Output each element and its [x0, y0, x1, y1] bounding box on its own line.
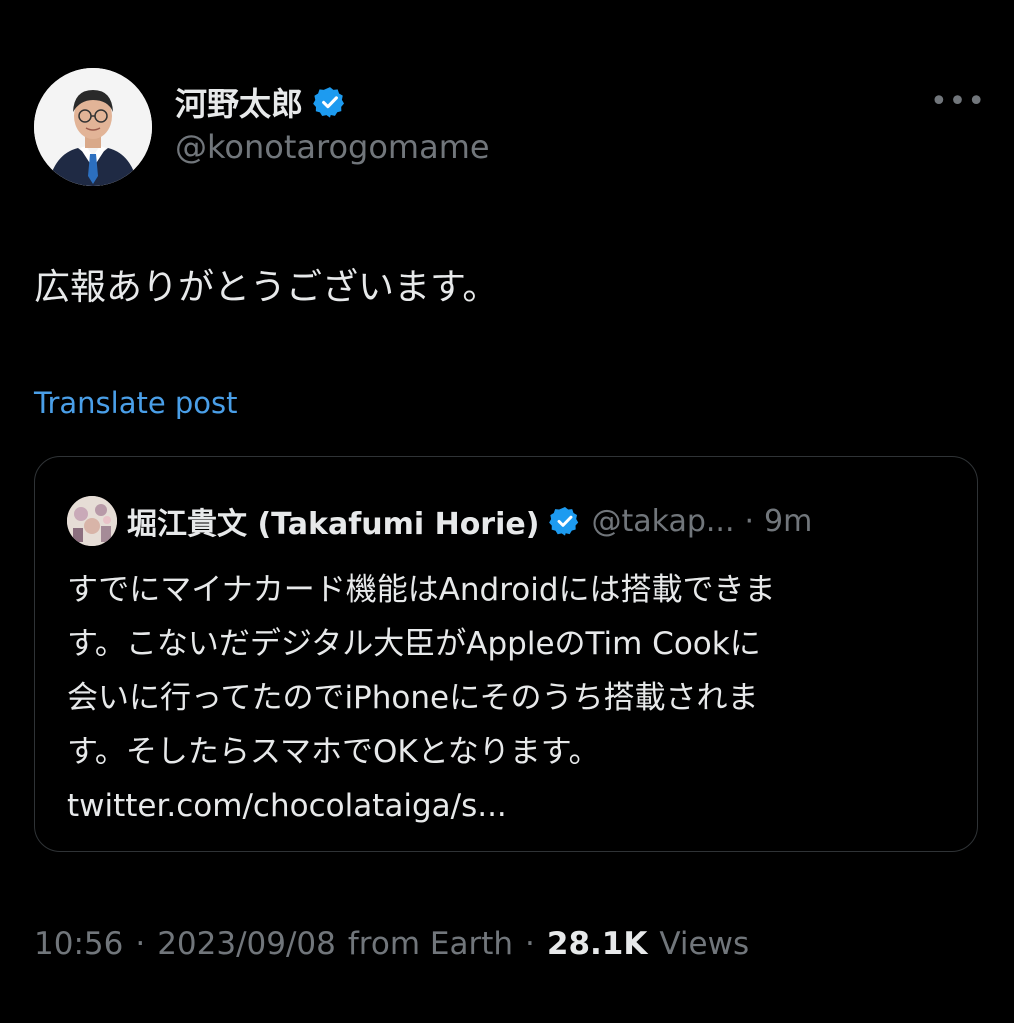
author-handle[interactable]: @konotarogomame — [175, 128, 490, 166]
views-count[interactable]: 28.1K — [547, 926, 648, 962]
meta-separator: · — [135, 926, 146, 962]
quoted-text-line: 会いに行ってたのでiPhoneにそのうち搭載されま — [67, 680, 759, 716]
quoted-post-time: 9m — [764, 503, 813, 539]
quoted-post-card[interactable]: 堀江貴文 (Takafumi Horie) @takap... · 9m すでに… — [34, 456, 978, 852]
translate-post-link[interactable]: Translate post — [34, 386, 238, 420]
more-options-button[interactable]: ••• — [930, 84, 985, 119]
quoted-text-line: すでにマイナカード機能はAndroidには搭載できま — [67, 572, 776, 608]
quoted-avatar-icon — [67, 496, 117, 546]
author-avatar[interactable] — [34, 68, 152, 186]
post-source: from Earth — [347, 926, 514, 962]
meta-separator: · — [525, 926, 535, 962]
quoted-author-avatar[interactable] — [67, 496, 117, 546]
author-name-row: 河野太郎 — [175, 78, 347, 126]
quoted-verified-badge-icon — [549, 507, 579, 536]
post-meta-row: 10:56 · 2023/09/08 from Earth · 28.1K Vi… — [34, 922, 749, 966]
quoted-post-header: 堀江貴文 (Takafumi Horie) @takap... · 9m — [67, 496, 813, 546]
post-date[interactable]: 2023/09/08 — [157, 926, 336, 962]
quoted-separator: · — [744, 503, 755, 539]
quoted-text-line: す。こないだデジタル大臣がAppleのTim Cookに — [67, 626, 761, 662]
more-icon: ••• — [929, 83, 987, 119]
quoted-author-handle: @takap... — [591, 503, 735, 539]
views-label[interactable]: Views — [659, 926, 749, 962]
quoted-post-link[interactable]: twitter.com/chocolataiga/s... — [67, 779, 957, 833]
quoted-author-display-name: 堀江貴文 (Takafumi Horie) — [127, 507, 540, 542]
quoted-text-line: す。そしたらスマホでOKとなります。 — [67, 734, 600, 770]
quoted-post-text: すでにマイナカード機能はAndroidには搭載できま す。こないだデジタル大臣が… — [67, 563, 957, 833]
profile-photo-icon — [34, 68, 152, 186]
verified-badge-icon[interactable] — [313, 85, 347, 119]
post-time[interactable]: 10:56 — [34, 926, 123, 962]
post-text: 広報ありがとうございます。 — [34, 267, 499, 308]
author-display-name[interactable]: 河野太郎 — [175, 79, 303, 125]
